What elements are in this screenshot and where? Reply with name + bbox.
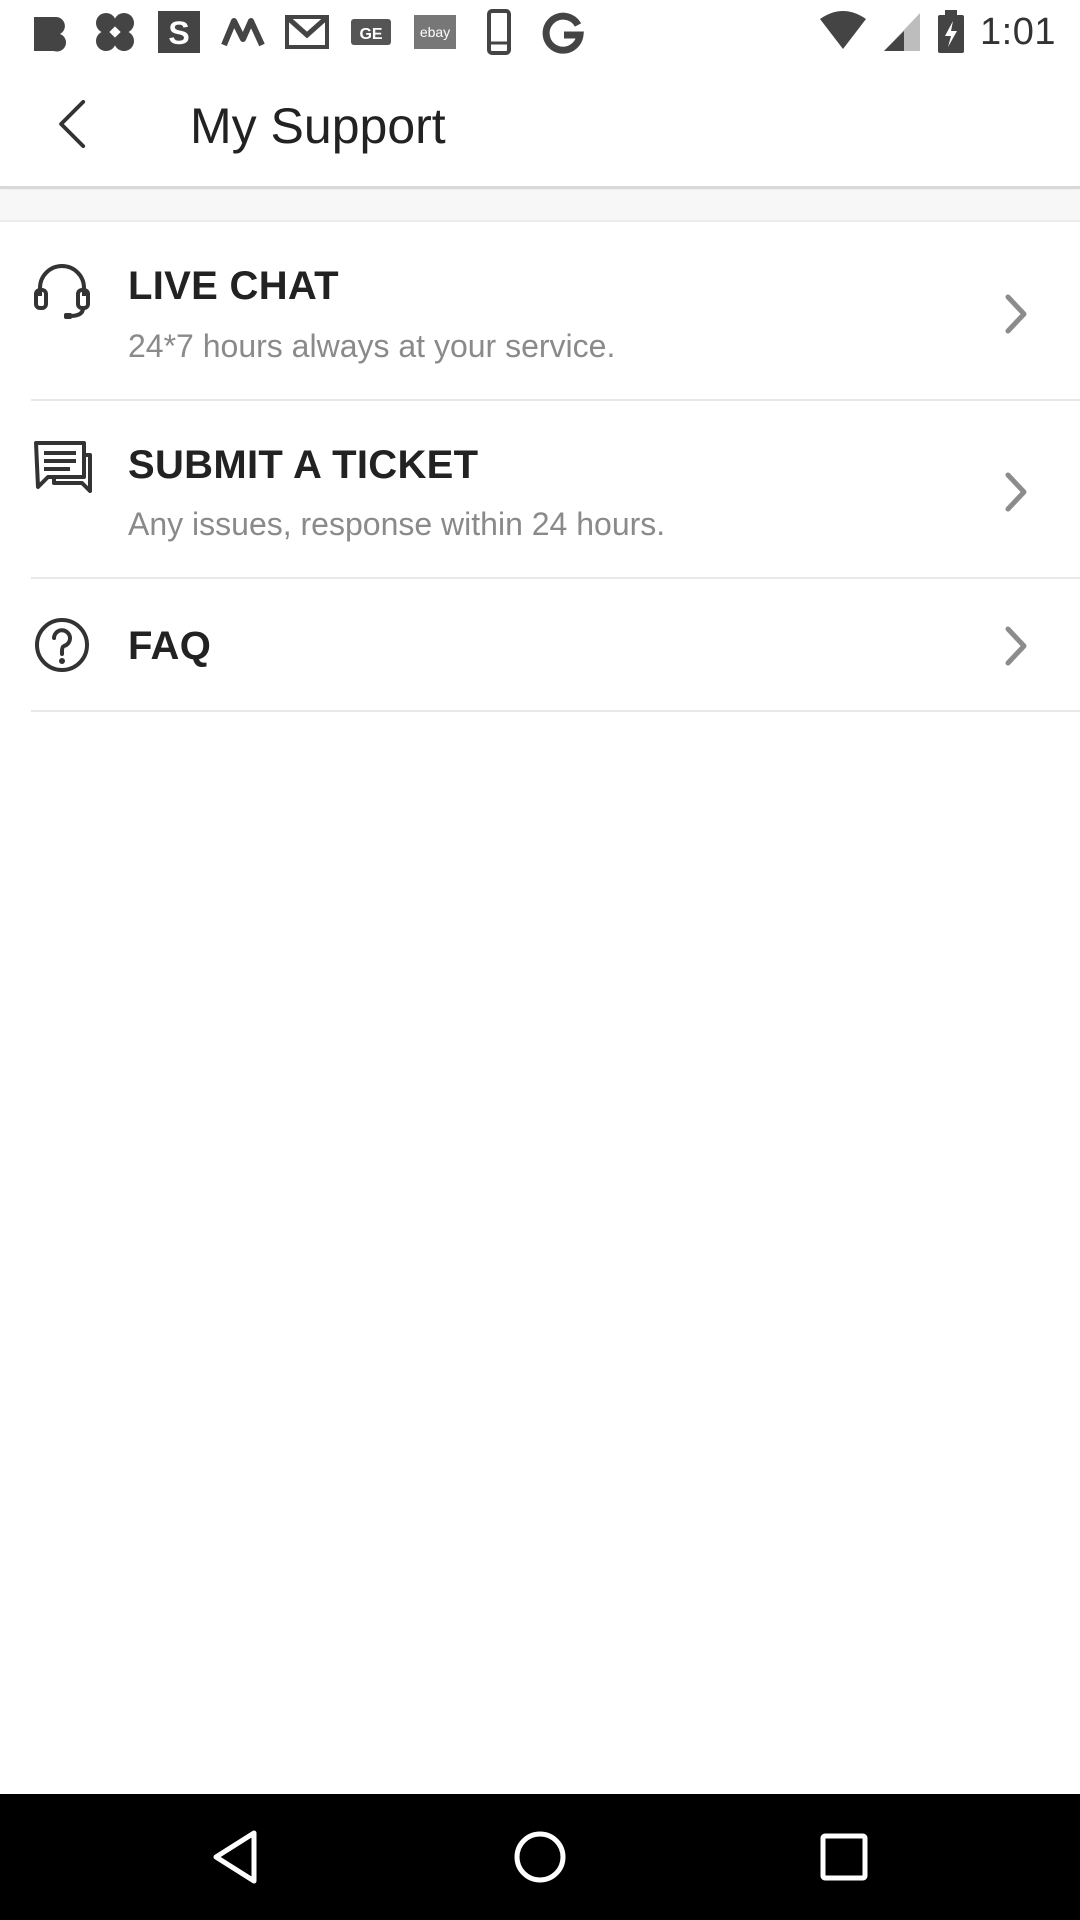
ebay-badge-label: ebay [420, 24, 450, 40]
recents-square-icon [820, 1833, 868, 1881]
support-options-list: LIVE CHAT 24*7 hours always at your serv… [0, 222, 1080, 712]
m-logo-icon [220, 9, 266, 55]
gmail-icon [284, 9, 330, 55]
app-bar: My Support [0, 63, 1080, 189]
nav-home-button[interactable] [510, 1827, 570, 1887]
s-square-icon: S [156, 9, 202, 55]
system-status-icons: 1:01 [818, 8, 1056, 56]
ebay-badge-icon: ebay [412, 9, 458, 55]
divider [31, 710, 1080, 712]
chat-bubble-icon [32, 437, 92, 497]
chevron-right-icon [996, 621, 1036, 671]
page-title: My Support [190, 98, 446, 154]
google-g-icon [540, 9, 586, 55]
faq-title: FAQ [128, 624, 212, 668]
submit-ticket-item[interactable]: SUBMIT A TICKET Any issues, response wit… [0, 401, 1080, 579]
beats-b-icon [28, 9, 74, 55]
notification-icons: S GE ebay [28, 8, 586, 56]
back-chevron-icon [59, 99, 86, 149]
system-nav-bar [0, 1794, 1080, 1920]
help-circle-icon [32, 615, 92, 675]
status-bar: S GE ebay 1:01 [0, 0, 1080, 63]
ge-badge-label: GE [359, 26, 382, 43]
nav-recents-button[interactable] [814, 1827, 874, 1887]
back-button[interactable] [36, 87, 110, 161]
chevron-right-icon [996, 467, 1036, 517]
four-petal-app-icon [92, 9, 138, 55]
back-triangle-icon [213, 1830, 257, 1884]
list-top-spacer [0, 190, 1080, 222]
cell-signal-icon [882, 9, 922, 55]
faq-item[interactable]: FAQ [0, 579, 1080, 712]
submit-ticket-title: SUBMIT A TICKET [128, 443, 479, 487]
svg-text:S: S [168, 15, 189, 51]
battery-charging-icon [936, 9, 966, 55]
nav-back-button[interactable] [206, 1827, 266, 1887]
home-circle-icon [514, 1831, 566, 1883]
submit-ticket-subtitle: Any issues, response within 24 hours. [128, 506, 666, 542]
headset-icon [32, 260, 92, 320]
live-chat-title: LIVE CHAT [128, 264, 339, 308]
wifi-icon [818, 9, 868, 55]
chevron-right-icon [996, 289, 1036, 339]
phone-outline-icon [476, 9, 522, 55]
live-chat-subtitle: 24*7 hours always at your service. [128, 328, 616, 364]
live-chat-item[interactable]: LIVE CHAT 24*7 hours always at your serv… [0, 222, 1080, 401]
ge-badge-icon: GE [348, 9, 394, 55]
status-time: 1:01 [980, 10, 1056, 53]
